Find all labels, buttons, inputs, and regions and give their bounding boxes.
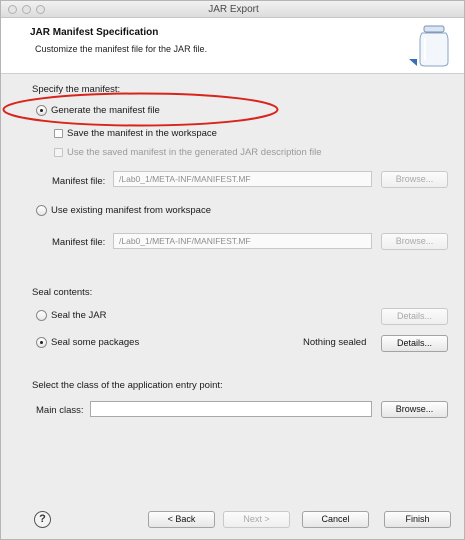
- wizard-header: JAR Manifest Specification Customize the…: [1, 18, 464, 74]
- existing-manifest-file-label: Manifest file:: [52, 237, 106, 248]
- seal-jar-radio[interactable]: [36, 310, 47, 321]
- manifest-browse-button[interactable]: Browse...: [381, 171, 448, 188]
- page-description: Customize the manifest file for the JAR …: [35, 44, 208, 54]
- generate-manifest-label[interactable]: Generate the manifest file: [51, 105, 160, 116]
- seal-jar-label[interactable]: Seal the JAR: [51, 310, 106, 321]
- manifest-file-field[interactable]: /Lab0_1/META-INF/MANIFEST.MF: [113, 171, 372, 187]
- seal-some-packages-radio[interactable]: [36, 337, 47, 348]
- main-class-label: Main class:: [36, 405, 84, 416]
- window-title: JAR Export: [208, 4, 259, 15]
- save-manifest-checkbox[interactable]: [54, 129, 63, 138]
- specify-manifest-label: Specify the manifest:: [32, 84, 121, 95]
- sealed-status-text: Nothing sealed: [303, 337, 367, 348]
- main-class-input[interactable]: [90, 401, 372, 417]
- manifest-file-label: Manifest file:: [52, 176, 106, 187]
- seal-contents-label: Seal contents:: [32, 287, 93, 298]
- main-class-browse-button[interactable]: Browse...: [381, 401, 448, 418]
- finish-button[interactable]: Finish: [384, 511, 451, 528]
- back-button[interactable]: < Back: [148, 511, 215, 528]
- existing-manifest-label[interactable]: Use existing manifest from workspace: [51, 205, 211, 216]
- entry-point-label: Select the class of the application entr…: [32, 380, 223, 391]
- save-manifest-label[interactable]: Save the manifest in the workspace: [67, 128, 217, 139]
- seal-jar-details-button[interactable]: Details...: [381, 308, 448, 325]
- seal-some-packages-label[interactable]: Seal some packages: [51, 337, 139, 348]
- existing-manifest-radio[interactable]: [36, 205, 47, 216]
- page-title: JAR Manifest Specification: [30, 27, 159, 38]
- seal-packages-details-button[interactable]: Details...: [381, 335, 448, 352]
- generate-manifest-radio[interactable]: [36, 105, 47, 116]
- existing-manifest-browse-button[interactable]: Browse...: [381, 233, 448, 250]
- next-button[interactable]: Next >: [223, 511, 290, 528]
- title-bar: JAR Export: [1, 1, 464, 18]
- use-saved-manifest-label: Use the saved manifest in the generated …: [67, 147, 322, 158]
- use-saved-manifest-checkbox[interactable]: [54, 148, 63, 157]
- cancel-button[interactable]: Cancel: [302, 511, 369, 528]
- jar-export-dialog: JAR Export JAR Manifest Specification Cu…: [0, 0, 465, 540]
- jar-icon: [409, 25, 449, 67]
- help-icon[interactable]: ?: [34, 511, 51, 528]
- existing-manifest-file-field[interactable]: /Lab0_1/META-INF/MANIFEST.MF: [113, 233, 372, 249]
